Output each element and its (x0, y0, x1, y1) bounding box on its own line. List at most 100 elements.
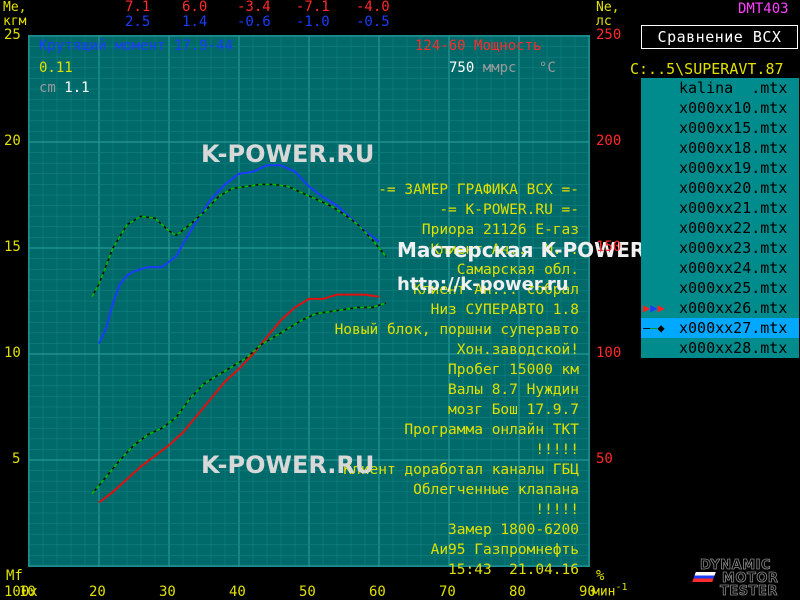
info-line: 15:43 21.04.16 (448, 562, 579, 578)
file-name: x000xx24.mtx (679, 259, 788, 277)
ne-axis-label: Ne, лс (596, 1, 619, 29)
pressure-value: 750 (449, 60, 475, 76)
info-line: -= ЗАМЕР ГРАФИКА ВСХ =- (378, 182, 579, 198)
info-line: !!!!! (535, 442, 579, 458)
header-row1-value: -7.1 (296, 0, 330, 15)
file-name: x000xx18.mtx (679, 139, 788, 157)
dash-marker-icon: ——◆ (643, 321, 665, 335)
info-line: Пробег 15000 км (448, 362, 579, 378)
header-row2-value: -1.0 (296, 14, 330, 30)
file-name: kalina .mtx (679, 79, 788, 97)
file-name: x000xx10.mtx (679, 99, 788, 117)
info-line: !!!!! (535, 502, 579, 518)
dmt-logo: DYNAMIC MOTOR TESTER (690, 558, 798, 600)
watermark-bottom: K-POWER.RU (201, 451, 375, 479)
logo-line3: TESTER (720, 584, 778, 600)
device-id: DMT403 (738, 1, 789, 17)
file-item[interactable]: x000xx19.mtx (641, 158, 799, 178)
x-tick-label: 10 (19, 584, 36, 600)
info-line: Программа онлайн ТКТ (404, 422, 579, 438)
header-row1-value: -4.0 (356, 0, 390, 15)
header-row1-value: 6.0 (182, 0, 208, 15)
info-line: Замер 1800-6200 (448, 522, 579, 538)
file-name: x000xx27.mtx (679, 319, 788, 337)
x-tick-label: 40 (229, 584, 246, 600)
logo-flag-icon (692, 572, 716, 582)
info-line: Приора 21126 Е-газ (421, 222, 579, 238)
y-left-tick-label: 25 (4, 27, 21, 43)
header-row1-value: 7.1 (125, 0, 151, 15)
file-item[interactable]: x000xx25.mtx (641, 278, 799, 298)
header-row2-value: -0.6 (237, 14, 271, 30)
header-row2-value: 1.4 (182, 14, 208, 30)
file-item[interactable]: kalina .mtx (641, 78, 799, 98)
header-row1-value: -3.4 (237, 0, 271, 15)
arrow-marker-icon: ▶▶▶ (643, 301, 665, 315)
x-tick-label: 60 (369, 584, 386, 600)
file-list[interactable]: kalina .mtx x000xx10.mtx x000xx15.mtx x000x… (641, 78, 799, 358)
torque-legend-label: Крутящий момент (39, 38, 166, 54)
file-name: x000xx25.mtx (679, 279, 788, 297)
power-legend: 124-60 Мощность (415, 38, 541, 54)
file-item[interactable]: x000xx28.mtx (641, 338, 799, 358)
x-tick-label: 90 (579, 584, 596, 600)
me-axis-label: Me, кгм (3, 1, 26, 29)
file-path: C:..5\SUPERAVT.87 (630, 60, 784, 78)
file-item[interactable]: ——◆ x000xx27.mtx (641, 318, 799, 338)
file-name: x000xx21.mtx (679, 199, 788, 217)
file-item[interactable]: x000xx23.mtx (641, 238, 799, 258)
file-item[interactable]: x000xx20.mtx (641, 178, 799, 198)
file-name: x000xx19.mtx (679, 159, 788, 177)
file-name: x000xx20.mtx (679, 179, 788, 197)
file-item[interactable]: x000xx24.mtx (641, 258, 799, 278)
file-item[interactable]: x000xx18.mtx (641, 138, 799, 158)
info-line: Низ СУПЕРАВТО 1.8 (430, 302, 579, 318)
info-line: Хон.заводской! (456, 342, 579, 358)
info-line: Облегченные клапана (413, 482, 579, 498)
file-name: x000xx23.mtx (679, 239, 788, 257)
file-name: x000xx15.mtx (679, 119, 788, 137)
info-line: Валы 8.7 Нуждин (448, 382, 579, 398)
x-tick-label: 50 (299, 584, 316, 600)
power-legend-value: 124-60 (415, 38, 466, 54)
file-item[interactable]: x000xx22.mtx (641, 218, 799, 238)
torque-legend: Крутящий момент 17.9-44 (39, 38, 233, 54)
y-left-tick-label: 15 (4, 239, 21, 255)
info-line: Новый блок, поршни суперавто (334, 322, 579, 338)
compare-button[interactable]: Сравнение ВСХ (641, 25, 798, 49)
info-line: Аи95 Газпромнефть (430, 542, 579, 558)
file-name: x000xx26.mtx (679, 299, 788, 317)
x-tick-label: 20 (89, 584, 106, 600)
y-left-tick-label: 5 (12, 451, 21, 467)
file-name: x000xx28.mtx (679, 339, 788, 357)
rpm-unit-label: мин-1 (592, 582, 628, 599)
x-tick-label: 30 (159, 584, 176, 600)
me-label: Me, (3, 0, 27, 15)
x-tick-label: 80 (509, 584, 526, 600)
y-right-tick-label: 200 (596, 133, 622, 149)
coef1-value: 0.11 (39, 60, 73, 76)
ne-label: Ne, (596, 0, 620, 15)
file-name: x000xx22.mtx (679, 219, 788, 237)
y-left-tick-label: 20 (4, 133, 21, 149)
info-line: мозг Бош 17.9.7 (448, 402, 579, 418)
y-right-tick-label: 100 (596, 345, 622, 361)
watermark-url: http://k-power.ru (397, 274, 569, 295)
file-item[interactable]: x000xx21.mtx (641, 198, 799, 218)
pressure-unit: ммрс (482, 60, 517, 76)
watermark-top: K-POWER.RU (201, 140, 375, 168)
info-line: -= K-POWER.RU =- (439, 202, 579, 218)
y-left-tick-label: 10 (4, 345, 21, 361)
file-item[interactable]: x000xx10.mtx (641, 98, 799, 118)
x-tick-label: 70 (439, 584, 456, 600)
y-right-tick-label: 250 (596, 27, 622, 43)
header-row2-value: -0.5 (356, 14, 390, 30)
pressure-readout: 750 ммрс °C (449, 60, 556, 76)
info-line: Клиент доработал каналы ГБЦ (343, 462, 579, 478)
file-item[interactable]: x000xx15.mtx (641, 118, 799, 138)
cm-label: cm (39, 80, 56, 96)
torque-legend-value: 17.9-44 (173, 38, 233, 54)
file-item[interactable]: ▶▶▶ x000xx26.mtx (641, 298, 799, 318)
mf-label: Mf (6, 568, 23, 584)
rpm-exponent: -1 (615, 582, 628, 593)
